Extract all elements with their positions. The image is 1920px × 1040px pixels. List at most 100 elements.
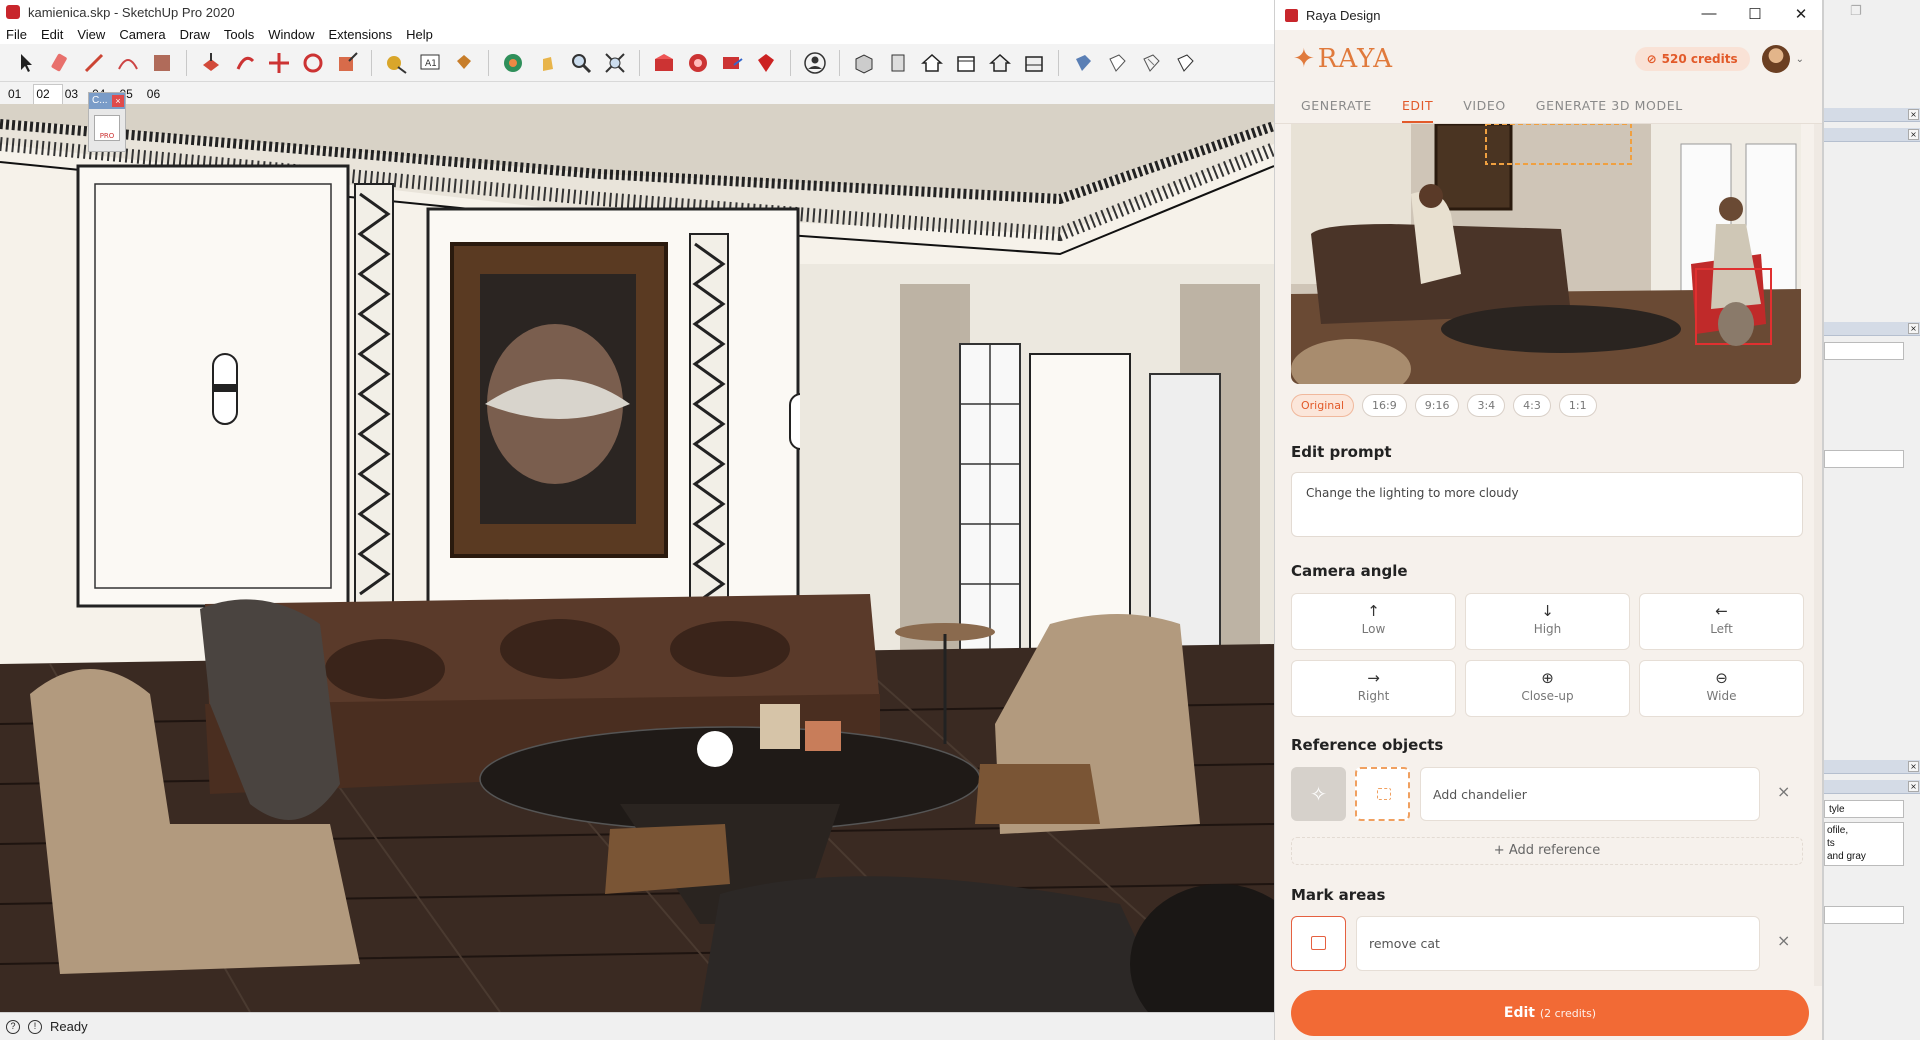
menu-window[interactable]: Window: [268, 27, 314, 42]
text-tool-icon[interactable]: A1: [418, 51, 442, 75]
chandelier-thumbnail-icon[interactable]: ✧: [1291, 767, 1346, 821]
zoom-tool-icon[interactable]: [569, 51, 593, 75]
orbit-tool-icon[interactable]: [501, 51, 525, 75]
move-tool-icon[interactable]: [267, 51, 291, 75]
edit-preview-image[interactable]: [1291, 124, 1801, 384]
tray-dropdown[interactable]: [1824, 450, 1904, 468]
warehouse-icon[interactable]: [652, 51, 676, 75]
info-icon[interactable]: !: [28, 1019, 42, 1034]
camera-right-button[interactable]: → Right: [1291, 660, 1456, 717]
close-window-icon[interactable]: ✕: [1791, 5, 1811, 23]
tray-close-icon[interactable]: ×: [1908, 109, 1919, 120]
menu-extensions[interactable]: Extensions: [329, 27, 393, 42]
components-close-icon[interactable]: ×: [112, 95, 124, 107]
aspect-original[interactable]: Original: [1291, 394, 1355, 417]
xray-style-icon[interactable]: [1071, 51, 1095, 75]
scene-tab-02[interactable]: 02: [33, 84, 63, 104]
tab-edit[interactable]: EDIT: [1401, 98, 1434, 123]
front-view-icon[interactable]: [920, 51, 944, 75]
credits-badge[interactable]: ⊘ 520 credits: [1634, 47, 1750, 71]
menu-file[interactable]: File: [6, 27, 27, 42]
tab-generate-3d-model[interactable]: GENERATE 3D MODEL: [1536, 98, 1683, 123]
aspect-1-1[interactable]: 1:1: [1558, 394, 1597, 417]
scene-tab-06[interactable]: 06: [145, 85, 172, 104]
menu-draw[interactable]: Draw: [180, 27, 210, 42]
mark-area-button[interactable]: [1291, 916, 1346, 971]
hidden-line-style-icon[interactable]: [1139, 51, 1163, 75]
menu-view[interactable]: View: [77, 27, 105, 42]
style-name-field[interactable]: tyle: [1824, 800, 1904, 818]
components-mini-panel[interactable]: C... × PRO: [88, 92, 126, 152]
push-pull-tool-icon[interactable]: [199, 51, 223, 75]
aspect-9-16[interactable]: 9:16: [1414, 394, 1460, 417]
menu-tools[interactable]: Tools: [224, 27, 254, 42]
line-tool-icon[interactable]: [82, 51, 106, 75]
pan-tool-icon[interactable]: [535, 51, 559, 75]
tray-input[interactable]: [1824, 342, 1904, 360]
aspect-3-4[interactable]: 3:4: [1467, 394, 1506, 417]
user-avatar[interactable]: [1761, 45, 1790, 73]
back-view-icon[interactable]: [988, 51, 1012, 75]
tray-close-icon[interactable]: ×: [1908, 761, 1919, 772]
maximize-icon[interactable]: ☐: [1745, 5, 1765, 23]
top-view-icon[interactable]: [886, 51, 910, 75]
ruby-extension-icon[interactable]: [754, 51, 778, 75]
aspect-4-3[interactable]: 4:3: [1513, 394, 1551, 417]
model-viewport[interactable]: [0, 104, 1274, 1012]
sketchup-toolbar: A1: [0, 44, 1274, 82]
camera-low-button[interactable]: ↑ Low: [1291, 593, 1456, 650]
style-description-field[interactable]: ofile, ts and gray: [1824, 822, 1904, 866]
edit-button[interactable]: Edit (2 credits): [1291, 990, 1809, 1036]
scene-tab-01[interactable]: 01: [6, 85, 33, 104]
right-view-icon[interactable]: [954, 51, 978, 75]
iso-view-icon[interactable]: [852, 51, 876, 75]
left-view-icon[interactable]: [1022, 51, 1046, 75]
tray-close-icon[interactable]: ×: [1908, 781, 1919, 792]
aspect-16-9[interactable]: 16:9: [1362, 394, 1407, 417]
zoom-extents-tool-icon[interactable]: [603, 51, 627, 75]
camera-close-up-button[interactable]: ⊕ Close-up: [1465, 660, 1630, 717]
tab-generate[interactable]: GENERATE: [1301, 98, 1372, 123]
camera-left-button[interactable]: ← Left: [1639, 593, 1804, 650]
tray-close-icon[interactable]: ×: [1908, 129, 1919, 140]
pro-badge-icon[interactable]: PRO: [94, 115, 120, 141]
camera-wide-button[interactable]: ⊖ Wide: [1639, 660, 1804, 717]
rotate-tool-icon[interactable]: [301, 51, 325, 75]
extension-warehouse-icon[interactable]: [686, 51, 710, 75]
add-reference-button[interactable]: + Add reference: [1291, 837, 1803, 865]
wireframe-style-icon[interactable]: [1105, 51, 1129, 75]
tab-video[interactable]: VIDEO: [1463, 98, 1506, 123]
mark-area-input[interactable]: remove cat: [1356, 916, 1760, 971]
menu-camera[interactable]: Camera: [119, 27, 165, 42]
remove-mark-area-icon[interactable]: ×: [1777, 931, 1790, 950]
reference-object-input[interactable]: Add chandelier: [1420, 767, 1760, 821]
share-model-icon[interactable]: [720, 51, 744, 75]
paint-bucket-tool-icon[interactable]: [452, 51, 476, 75]
chevron-down-icon[interactable]: ⌄: [1796, 54, 1804, 65]
tray-dropdown[interactable]: [1824, 906, 1904, 924]
edit-prompt-input[interactable]: Change the lighting to more cloudy: [1291, 472, 1803, 537]
shape-tool-icon[interactable]: [150, 51, 174, 75]
arrow-left-icon: ←: [1715, 602, 1728, 620]
eraser-tool-icon[interactable]: [48, 51, 72, 75]
shaded-style-icon[interactable]: [1173, 51, 1197, 75]
menu-help[interactable]: Help: [406, 27, 433, 42]
raya-scrollbar[interactable]: [1814, 124, 1822, 986]
minimize-icon[interactable]: —: [1699, 5, 1719, 22]
zoom-out-icon: ⊖: [1715, 669, 1728, 687]
select-tool-icon[interactable]: [14, 51, 38, 75]
arc-tool-icon[interactable]: [116, 51, 140, 75]
tape-measure-tool-icon[interactable]: [384, 51, 408, 75]
menu-edit[interactable]: Edit: [41, 27, 63, 42]
remove-reference-icon[interactable]: ×: [1777, 782, 1790, 801]
tray-close-icon[interactable]: ×: [1908, 323, 1919, 334]
help-icon[interactable]: ?: [6, 1019, 20, 1034]
follow-me-tool-icon[interactable]: [233, 51, 257, 75]
reference-select-area-button[interactable]: [1355, 767, 1410, 821]
toolbar-separator: [790, 49, 791, 76]
scene-tab-03[interactable]: 03: [63, 85, 90, 104]
user-account-icon[interactable]: [803, 51, 827, 75]
restore-window-icon[interactable]: ❐: [1850, 4, 1862, 19]
camera-high-button[interactable]: ↓ High: [1465, 593, 1630, 650]
scale-tool-icon[interactable]: [335, 51, 359, 75]
